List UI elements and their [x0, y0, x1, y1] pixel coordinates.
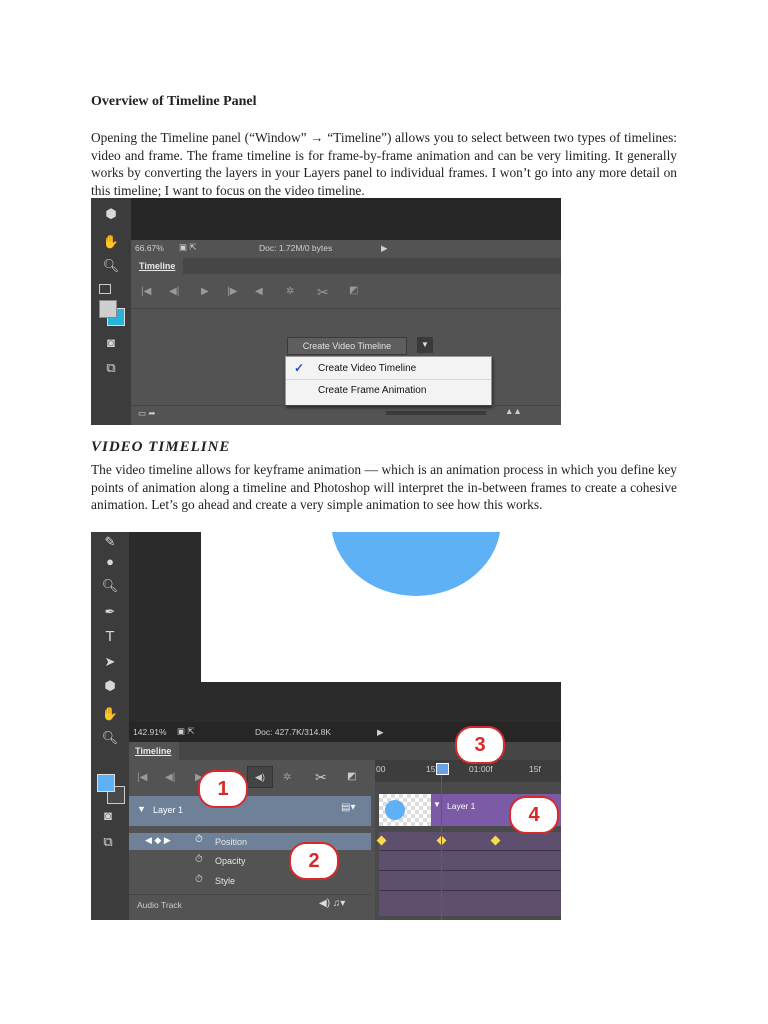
stopwatch-icon[interactable]: ⏱	[195, 834, 203, 845]
dodge-icon[interactable]: 🔍︎	[98, 578, 122, 594]
thumbnail-circle	[385, 800, 405, 820]
transition-icon[interactable]: ◩	[349, 285, 358, 296]
mute-audio-button[interactable]: ◀)	[247, 766, 273, 788]
callout-4: 4	[509, 796, 559, 834]
callout-3: 3	[455, 726, 505, 764]
export-icon[interactable]: ▣ ⇱	[177, 726, 195, 737]
export-icon[interactable]: ▣ ⇱	[179, 242, 197, 253]
prev-frame-icon[interactable]: ◀|	[169, 286, 179, 297]
prev-frame-icon[interactable]: ◀|	[165, 772, 175, 783]
property-tracks	[379, 832, 561, 916]
tab-timeline[interactable]: Timeline	[135, 746, 171, 756]
zoom-level: 66.67%	[135, 243, 164, 253]
clip-label: Layer 1	[447, 801, 476, 811]
intro-paragraph: Opening the Timeline panel (“Window” → “…	[91, 130, 677, 198]
callout-1: 1	[198, 770, 248, 808]
arrow-right-icon[interactable]: ▶	[377, 727, 384, 738]
shape-icon[interactable]: ⬢	[98, 678, 122, 694]
stopwatch-icon[interactable]: ⏱	[195, 874, 203, 885]
quick-mask-icon[interactable]: ◙	[96, 808, 120, 823]
clip-menu-icon[interactable]: ▼	[433, 800, 441, 809]
screen-mode-icon[interactable]: ⧉	[96, 834, 120, 850]
foreground-color-swatch[interactable]	[99, 300, 117, 318]
arrow-right-icon[interactable]: ▶	[381, 243, 388, 254]
menu-item-create-frame-animation[interactable]: Create Frame Animation	[318, 385, 426, 396]
doc-size: Doc: 1.72M/0 bytes	[259, 243, 333, 253]
property-label: Position	[215, 837, 248, 847]
keyframe-nav-icon[interactable]: ◀ ◆ ▶	[145, 835, 171, 846]
video-timeline-screenshot: ✎ ● 🔍︎ ✒ T ➤ ⬢ ✋ 🔍︎ ◙ ⧉ 142.91% ▣ ⇱ Doc:…	[91, 532, 561, 920]
property-label: Style	[215, 876, 236, 886]
ruler-label: 01:00f	[469, 764, 493, 774]
tab-timeline[interactable]: Timeline	[139, 261, 175, 271]
property-label: Opacity	[215, 856, 246, 866]
transition-icon[interactable]: ◩	[347, 771, 356, 782]
stopwatch-icon[interactable]: ⏱	[195, 854, 203, 865]
playhead-handle[interactable]	[436, 763, 449, 775]
zoom-icon[interactable]: 🔍︎	[99, 258, 123, 274]
doc-size: Doc: 427.7K/314.8K	[255, 727, 332, 737]
audio-track-label: Audio Track	[137, 900, 182, 910]
shape-icon[interactable]: ⬢	[99, 206, 123, 222]
quick-mask-icon[interactable]: ◙	[99, 335, 123, 350]
screen-mode-icon[interactable]: ⧉	[99, 360, 123, 376]
create-video-timeline-button[interactable]: Create Video Timeline	[287, 337, 407, 355]
menu-item-create-video-timeline[interactable]: Create Video Timeline	[318, 363, 416, 374]
article-heading: Overview of Timeline Panel	[91, 94, 257, 109]
first-frame-icon[interactable]: |◀	[137, 772, 147, 783]
play-icon[interactable]: ▶	[201, 286, 209, 297]
film-icon[interactable]: ▤▾	[341, 802, 355, 813]
ruler-label: 15f	[529, 764, 541, 774]
foreground-color-swatch[interactable]	[97, 774, 115, 792]
zoom-level: 142.91%	[133, 727, 167, 737]
settings-icon[interactable]: ✲	[283, 772, 291, 783]
ruler-label: 00	[376, 764, 386, 774]
blur-icon[interactable]: ●	[98, 554, 122, 569]
body-paragraph: The video timeline allows for keyframe a…	[91, 462, 677, 513]
chevron-down-icon[interactable]: ▼	[417, 337, 433, 353]
callout-2: 2	[289, 842, 339, 880]
hand-icon[interactable]: ✋	[98, 706, 122, 722]
first-frame-icon[interactable]: |◀	[141, 286, 151, 297]
check-icon: ✓	[294, 361, 305, 375]
next-frame-icon[interactable]: |▶	[227, 286, 237, 297]
hand-icon[interactable]: ✋	[99, 234, 123, 250]
zoom-slider[interactable]	[386, 411, 486, 415]
audio-icon[interactable]: ◀	[255, 286, 263, 297]
render-icon[interactable]: ▭ ➦	[138, 408, 156, 419]
zoom-icon[interactable]: 🔍︎	[98, 730, 122, 746]
scissors-icon[interactable]: ✂	[315, 769, 327, 786]
audio-icon[interactable]: ◀) ♫▾	[319, 898, 345, 909]
type-icon[interactable]: T	[98, 628, 122, 645]
pen-icon[interactable]: ✒	[98, 604, 122, 620]
expand-icon[interactable]: ▼	[137, 804, 146, 814]
layer-name: Layer 1	[153, 805, 184, 815]
mountain-icon[interactable]: ▲▲	[505, 406, 522, 416]
path-selection-icon[interactable]: ➤	[98, 654, 122, 670]
section-heading: VIDEO TIMELINE	[91, 439, 231, 455]
timeline-panel-screenshot: ⬢ ✋ 🔍︎ ◙ ⧉ 66.67% ▣ ⇱ Doc: 1.72M/0 bytes…	[91, 198, 561, 425]
playhead[interactable]	[441, 764, 442, 920]
brush-icon[interactable]: ✎	[98, 534, 122, 550]
timeline-type-menu: ✓ Create Video Timeline Create Frame Ani…	[285, 356, 492, 406]
default-colors-icon[interactable]	[99, 284, 111, 294]
settings-icon[interactable]: ✲	[286, 286, 294, 297]
scissors-icon[interactable]: ✂	[317, 284, 329, 301]
